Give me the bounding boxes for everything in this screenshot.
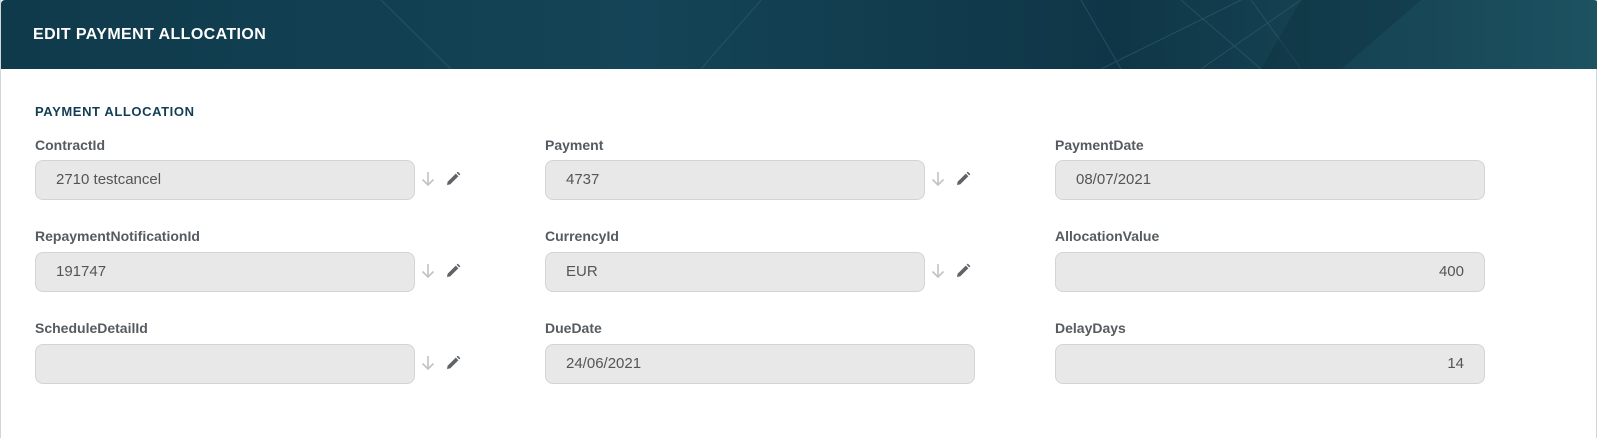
currency-id-input[interactable]: EUR bbox=[545, 252, 925, 292]
contract-id-label: ContractId bbox=[35, 137, 105, 153]
pencil-icon[interactable] bbox=[444, 170, 462, 188]
schedule-detail-id-label: ScheduleDetailId bbox=[35, 320, 148, 336]
payment-date-label: PaymentDate bbox=[1055, 137, 1144, 153]
schedule-detail-id-input[interactable] bbox=[35, 344, 415, 384]
payment-input[interactable]: 4737 bbox=[545, 160, 925, 200]
arrow-down-icon[interactable] bbox=[929, 170, 947, 188]
dialog-title: EDIT PAYMENT ALLOCATION bbox=[33, 26, 267, 43]
due-date-label: DueDate bbox=[545, 320, 602, 336]
arrow-down-icon[interactable] bbox=[929, 262, 947, 280]
pencil-icon[interactable] bbox=[954, 262, 972, 280]
section-title: PAYMENT ALLOCATION bbox=[35, 104, 195, 119]
due-date-input[interactable]: 24/06/2021 bbox=[545, 344, 975, 384]
pencil-icon[interactable] bbox=[954, 170, 972, 188]
dialog-header: EDIT PAYMENT ALLOCATION bbox=[1, 0, 1597, 69]
currency-id-label: CurrencyId bbox=[545, 228, 619, 244]
allocation-value-label: AllocationValue bbox=[1055, 228, 1160, 244]
contract-id-input[interactable]: 2710 testcancel bbox=[35, 160, 415, 200]
arrow-down-icon[interactable] bbox=[419, 354, 437, 372]
delay-days-label: DelayDays bbox=[1055, 320, 1126, 336]
arrow-down-icon[interactable] bbox=[419, 262, 437, 280]
repayment-notification-id-input[interactable]: 191747 bbox=[35, 252, 415, 292]
pencil-icon[interactable] bbox=[444, 354, 462, 372]
repayment-notification-id-label: RepaymentNotificationId bbox=[35, 228, 200, 244]
delay-days-input[interactable]: 14 bbox=[1055, 344, 1485, 384]
payment-date-input[interactable]: 08/07/2021 bbox=[1055, 160, 1485, 200]
edit-payment-allocation-dialog: EDIT PAYMENT ALLOCATION PAYMENT ALLOCATI… bbox=[0, 0, 1597, 438]
arrow-down-icon[interactable] bbox=[419, 170, 437, 188]
payment-label: Payment bbox=[545, 137, 604, 153]
pencil-icon[interactable] bbox=[444, 262, 462, 280]
allocation-value-input[interactable]: 400 bbox=[1055, 252, 1485, 292]
